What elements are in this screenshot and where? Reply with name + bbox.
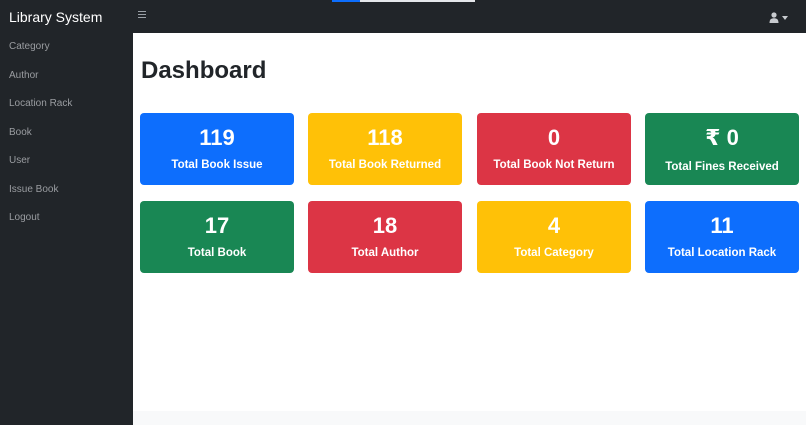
card-value: 18 (372, 213, 398, 238)
card-label: Total Book Returned (328, 159, 442, 171)
card-value: 0 (547, 125, 561, 150)
sidebar-item-location-rack[interactable]: Location Rack (0, 90, 133, 119)
card-label: Total Book (187, 247, 247, 259)
top-accent-bar (332, 0, 360, 2)
card-total-book-returned[interactable]: 118 Total Book Returned (308, 113, 462, 185)
top-light-bar (360, 0, 475, 2)
card-total-book-not-return[interactable]: 0 Total Book Not Return (477, 113, 631, 185)
card-value: 17 (204, 213, 230, 238)
card-label: Total Author (351, 247, 419, 259)
hamburger-icon[interactable] (137, 9, 147, 23)
user-menu-toggle[interactable] (769, 10, 788, 24)
card-label: Total Book Not Return (493, 159, 615, 171)
card-total-book-issue[interactable]: 119 Total Book Issue (140, 113, 294, 185)
page-title: Dashboard (141, 57, 267, 84)
caret-down-icon (782, 15, 788, 20)
card-value: 11 (710, 213, 734, 238)
card-value: ₹ 0 (705, 125, 739, 150)
sidebar-item-issue-book[interactable]: Issue Book (0, 176, 133, 205)
sidebar-item-book[interactable]: Book (0, 119, 133, 148)
card-label: Total Location Rack (667, 247, 777, 259)
card-total-author[interactable]: 18 Total Author (308, 201, 462, 273)
card-value: 118 (367, 125, 403, 150)
card-label: Total Category (514, 247, 594, 259)
sidebar-item-user[interactable]: User (0, 147, 133, 176)
top-navbar: Library System (0, 0, 806, 33)
card-value: 4 (547, 213, 561, 238)
card-label: Total Book Issue (171, 159, 263, 171)
card-total-category[interactable]: 4 Total Category (477, 201, 631, 273)
sidebar-item-logout[interactable]: Logout (0, 204, 133, 233)
sidebar: Category Author Location Rack Book User … (0, 33, 133, 425)
sidebar-item-author[interactable]: Author (0, 62, 133, 91)
card-total-location-rack[interactable]: 11 Total Location Rack (645, 201, 799, 273)
card-value: 119 (199, 125, 235, 150)
footer-strip (133, 411, 806, 425)
brand-title[interactable]: Library System (9, 9, 102, 25)
card-label: Total Fines Received (665, 161, 779, 173)
user-icon (769, 11, 779, 23)
card-total-book[interactable]: 17 Total Book (140, 201, 294, 273)
sidebar-item-category[interactable]: Category (0, 33, 133, 62)
card-total-fines-received[interactable]: ₹ 0 Total Fines Received (645, 113, 799, 185)
